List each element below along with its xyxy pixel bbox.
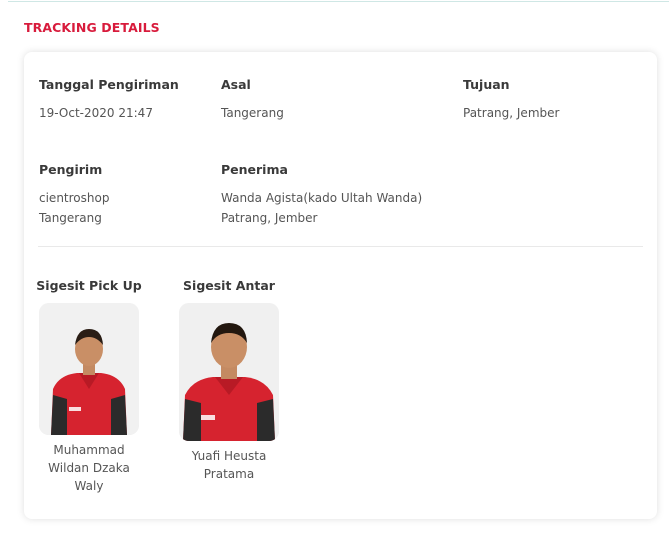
tracking-card: Tanggal Pengiriman 19-Oct-2020 21:47 Asa… — [24, 52, 657, 519]
destination-label: Tujuan — [463, 77, 510, 92]
sender-city: Tangerang — [39, 211, 102, 225]
receiver-name: Wanda Agista(kado Ultah Wanda) — [221, 191, 423, 205]
pickup-courier-photo — [39, 303, 139, 435]
origin-label: Asal — [221, 77, 251, 92]
delivery-courier: Sigesit Antar — [168, 278, 290, 293]
pickup-courier-name: Muhammad Wildan Dzaka Waly — [28, 441, 150, 495]
pickup-courier-name-line-3: Waly — [74, 479, 104, 493]
receiver-city: Patrang, Jember — [221, 211, 318, 225]
sender-label: Pengirim — [39, 162, 103, 177]
top-divider — [8, 1, 669, 2]
origin-value: Tangerang — [221, 106, 284, 120]
shipment-date-value: 19-Oct-2020 21:47 — [39, 106, 153, 120]
courier-avatar-icon — [39, 303, 139, 435]
destination-value: Patrang, Jember — [463, 106, 560, 120]
delivery-courier-title: Sigesit Antar — [183, 278, 275, 293]
pickup-courier-name-line-2: Wildan Dzaka — [48, 461, 130, 475]
section-title: TRACKING DETAILS — [24, 20, 160, 35]
pickup-courier-name-line-1: Muhammad — [53, 443, 125, 457]
delivery-courier-name-line-2: Pratama — [203, 467, 255, 481]
sender-name: cientroshop — [39, 191, 110, 205]
pickup-courier-title: Sigesit Pick Up — [36, 278, 142, 293]
delivery-courier-photo — [179, 303, 279, 441]
receiver-label: Penerima — [221, 162, 288, 177]
courier-avatar-icon — [179, 303, 279, 441]
card-divider — [38, 246, 643, 247]
delivery-courier-name: Yuafi Heusta Pratama — [168, 447, 290, 483]
shipment-date-label: Tanggal Pengiriman — [39, 77, 179, 92]
pickup-courier: Sigesit Pick Up — [28, 278, 150, 293]
delivery-courier-name-line-1: Yuafi Heusta — [191, 449, 267, 463]
